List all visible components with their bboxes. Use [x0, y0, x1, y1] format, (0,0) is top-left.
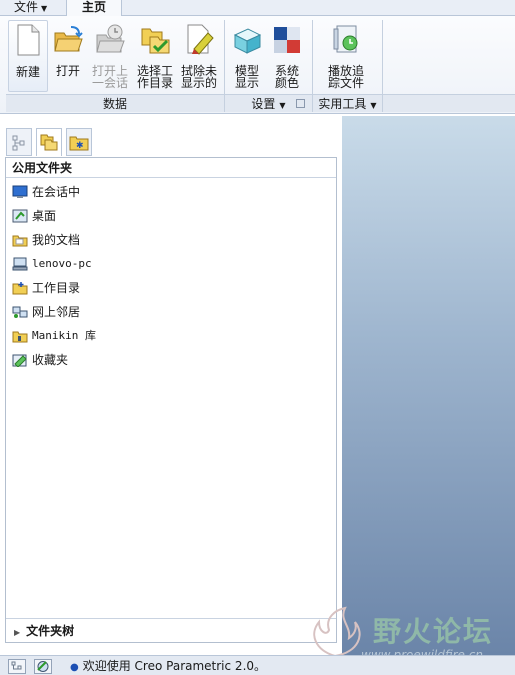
- status-bar: ● 欢迎使用 Creo Parametric 2.0。: [0, 655, 515, 675]
- svg-text:✱: ✱: [76, 141, 84, 151]
- dialog-launcher-icon[interactable]: [296, 99, 305, 108]
- erase-not-displayed-label: 拭除未 显示的: [178, 65, 220, 89]
- monitor-icon: [12, 185, 28, 198]
- model-display-label: 模型 显示: [228, 65, 266, 89]
- browser-toggle-icon[interactable]: [34, 659, 52, 674]
- open-last-session-button[interactable]: 打开上 一会话: [88, 20, 132, 92]
- favorites-folder-icon: ✱: [69, 136, 89, 151]
- open-last-session-label-line2: 一会话: [91, 76, 128, 90]
- ribbon-empty-group: [383, 94, 515, 112]
- system-colors-label: 系统 颜色: [268, 65, 306, 89]
- system-colors-icon: [274, 27, 300, 53]
- graphics-area[interactable]: [342, 116, 515, 660]
- erase-icon: [187, 24, 214, 55]
- model-tree-tab[interactable]: [6, 128, 32, 156]
- desktop-icon: [12, 209, 28, 223]
- new-button-label: 新建: [15, 65, 40, 79]
- folder-navigator-panel: 公用文件夹 在会话中 桌面 我的文档 lenovo-pc 工作目录 网上邻居 M…: [5, 157, 337, 643]
- status-message-text: 欢迎使用 Creo Parametric 2.0。: [82, 659, 267, 673]
- list-item[interactable]: 网上邻居: [6, 300, 336, 324]
- select-working-dir-button[interactable]: 选择工 作目录: [134, 20, 176, 92]
- list-item[interactable]: lenovo-pc: [6, 252, 336, 276]
- menu-tab-bar: 文件 ▼ 主页: [0, 0, 515, 17]
- working-dir-icon: [12, 282, 28, 295]
- file-menu-label: 文件: [14, 0, 39, 14]
- folder-tree-toggle[interactable]: ▶ 文件夹树: [6, 618, 336, 642]
- ribbon: 新建 打开 打开上 一会话 选择工 作目录 拭除未 显示的 模型 显示 系统 颜…: [0, 16, 515, 114]
- new-button[interactable]: 新建: [8, 20, 48, 92]
- chevron-down-icon: ▼: [41, 4, 48, 13]
- data-group-text: 数据: [102, 97, 127, 111]
- play-trail-label-line2: 踪文件: [327, 76, 364, 90]
- play-trail-file-label: 播放追 踪文件: [322, 65, 370, 89]
- utilities-group-label[interactable]: 实用工具 ▼: [313, 94, 382, 112]
- home-tab-label: 主页: [81, 0, 106, 14]
- select-working-dir-icon: [141, 28, 170, 54]
- chevron-down-icon: ▼: [279, 101, 286, 110]
- model-tree-icon: [11, 661, 22, 670]
- common-folders-title: 公用文件夹: [6, 158, 336, 178]
- documents-folder-icon: [12, 235, 28, 247]
- open-button[interactable]: 打开: [50, 20, 86, 92]
- status-info-icon: ●: [70, 662, 79, 673]
- system-colors-button[interactable]: 系统 颜色: [268, 20, 306, 92]
- erase-not-displayed-button[interactable]: 拭除未 显示的: [178, 20, 220, 92]
- folder-browser-icon: [40, 134, 58, 151]
- model-display-icon: [233, 28, 262, 54]
- model-tree-icon: [12, 135, 25, 151]
- select-working-dir-label: 选择工 作目录: [134, 65, 176, 89]
- list-item[interactable]: 我的文档: [6, 228, 336, 252]
- navigator-toggle-icon[interactable]: [8, 659, 26, 674]
- folder-label: 收藏夹: [32, 353, 69, 367]
- favorites-tab[interactable]: ✱: [66, 128, 92, 156]
- folder-label: Manikin 库: [32, 329, 96, 342]
- play-trail-file-button[interactable]: 播放追 踪文件: [322, 20, 370, 92]
- model-display-button[interactable]: 模型 显示: [228, 20, 266, 92]
- open-folder-icon: [54, 26, 83, 52]
- open-last-session-icon: [96, 24, 125, 53]
- list-item[interactable]: 收藏夹: [6, 348, 336, 372]
- list-item[interactable]: 在会话中: [6, 180, 336, 204]
- open-button-label: 打开: [55, 64, 80, 78]
- new-file-icon: [17, 24, 40, 56]
- file-menu-tab[interactable]: 文件 ▼: [4, 0, 60, 16]
- network-icon: [12, 306, 28, 318]
- list-item[interactable]: 工作目录: [6, 276, 336, 300]
- play-trail-file-icon: [333, 25, 358, 53]
- folder-browser-tab[interactable]: [36, 128, 62, 156]
- status-message: ● 欢迎使用 Creo Parametric 2.0。: [70, 659, 266, 675]
- folder-label: 在会话中: [32, 185, 81, 199]
- watermark-title: 野火论坛: [373, 615, 494, 648]
- chevron-down-icon: ▼: [370, 101, 377, 110]
- chevron-right-icon: ▶: [14, 628, 21, 637]
- library-folder-icon: [12, 331, 28, 343]
- folder-label: 工作目录: [32, 281, 81, 295]
- utilities-group-text: 实用工具: [318, 97, 367, 111]
- computer-icon: [12, 257, 28, 271]
- browser-globe-icon: [37, 661, 49, 672]
- common-folders-list: 在会话中 桌面 我的文档 lenovo-pc 工作目录 网上邻居 Manikin…: [6, 180, 336, 372]
- data-group-label: 数据: [6, 94, 224, 112]
- system-colors-label-line2: 颜色: [274, 76, 299, 90]
- settings-group-text: 设置: [251, 97, 276, 111]
- open-last-session-label: 打开上 一会话: [88, 65, 132, 89]
- list-item[interactable]: 桌面: [6, 204, 336, 228]
- model-display-label-line2: 显示: [234, 76, 259, 90]
- list-item[interactable]: Manikin 库: [6, 324, 336, 348]
- folder-label: 桌面: [32, 209, 57, 223]
- folder-label: 网上邻居: [32, 305, 81, 319]
- folder-label: lenovo-pc: [32, 257, 92, 270]
- folder-label: 我的文档: [32, 233, 81, 247]
- home-tab[interactable]: 主页: [66, 0, 122, 17]
- erase-label-line2: 显示的: [180, 76, 217, 90]
- navigator-tabs: ✱: [6, 128, 96, 156]
- favorites-icon: [12, 354, 27, 367]
- select-working-dir-label-line2: 作目录: [136, 76, 173, 90]
- folder-tree-label: 文件夹树: [26, 624, 75, 638]
